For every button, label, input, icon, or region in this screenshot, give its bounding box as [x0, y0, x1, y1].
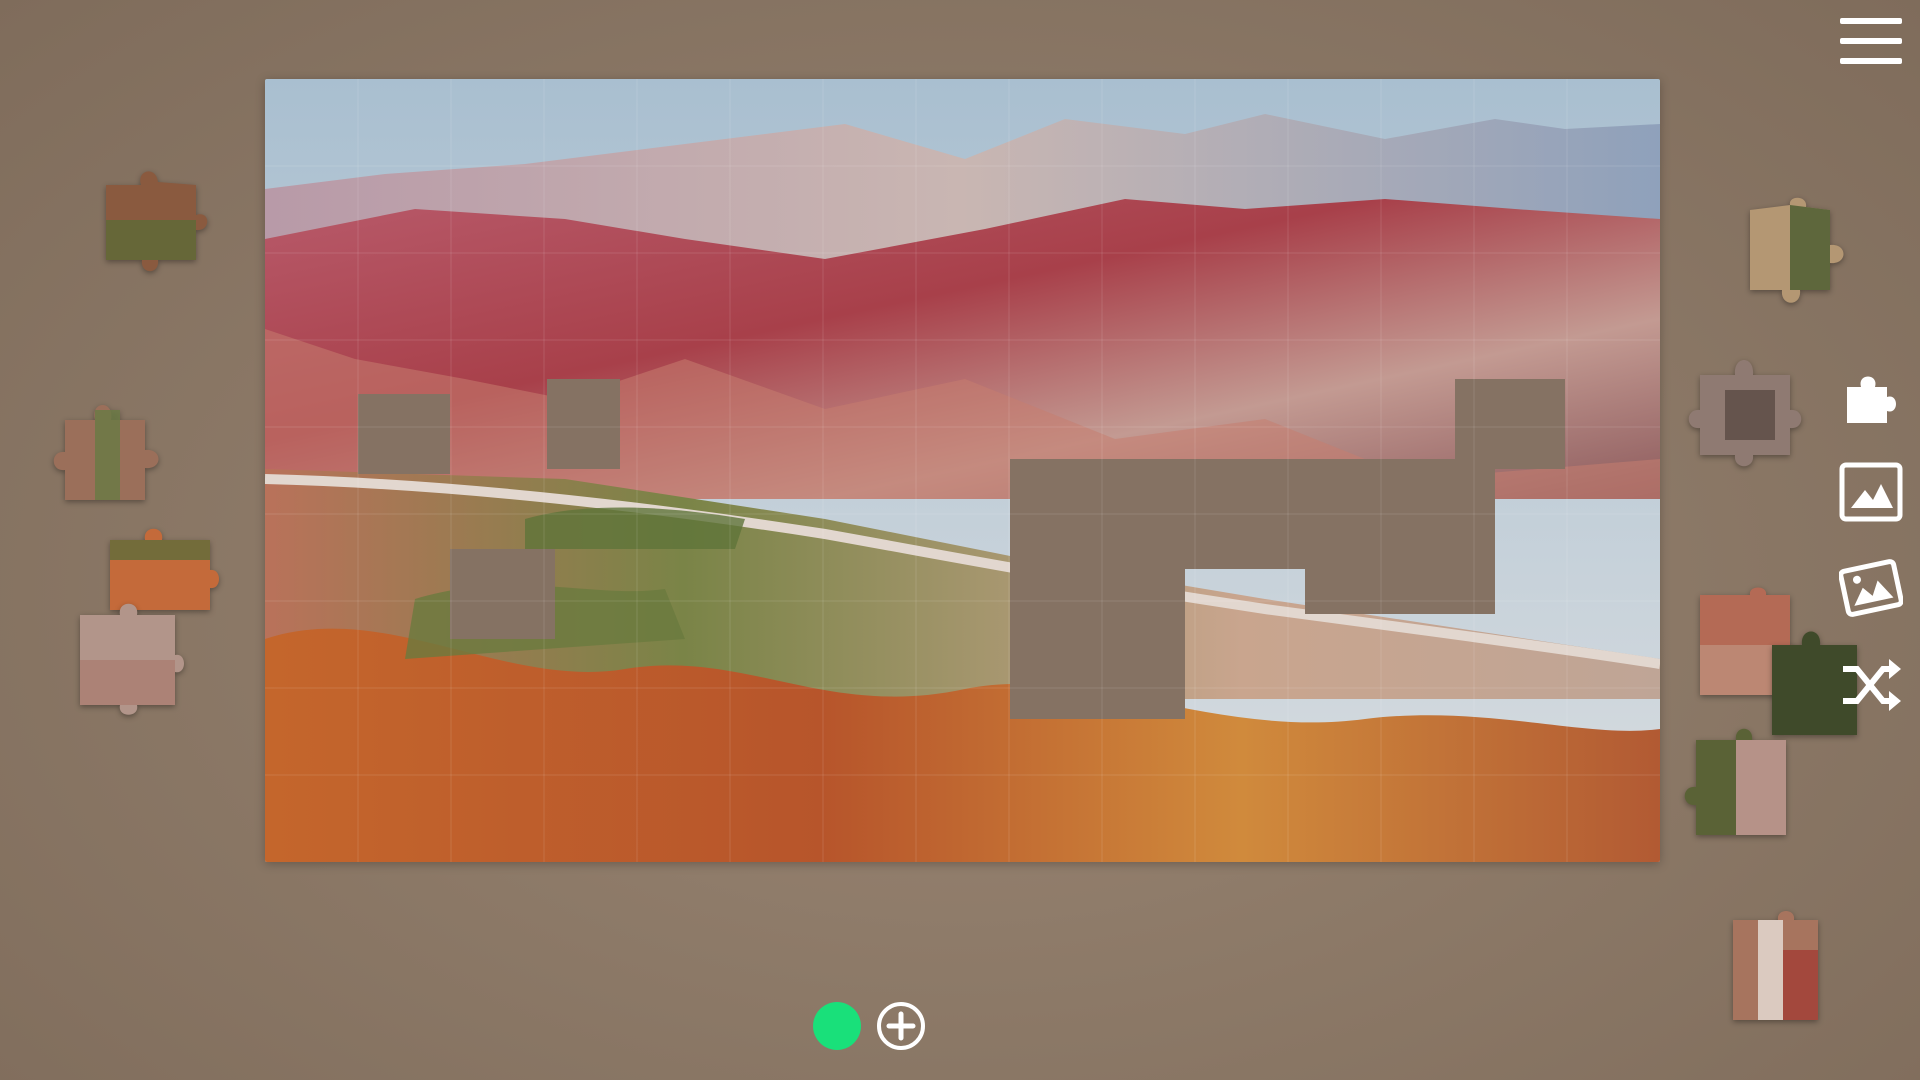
preview-image-button[interactable]	[1836, 457, 1906, 527]
background-image-icon	[1839, 559, 1903, 617]
puzzle-piece-shape	[53, 405, 159, 500]
loose-piece[interactable]	[65, 600, 185, 720]
menu-button[interactable]	[1836, 16, 1906, 76]
loose-piece[interactable]	[1676, 725, 1796, 845]
background-button[interactable]	[1836, 553, 1906, 623]
puzzle-piece-icon	[1847, 376, 1896, 423]
puzzle-piece-shape	[1688, 360, 1802, 467]
image-preview-icon	[1839, 462, 1903, 522]
puzzle-piece-shape	[1684, 728, 1786, 835]
puzzle-board[interactable]	[265, 79, 1660, 862]
loose-piece[interactable]	[45, 390, 165, 510]
shuffle-icon	[1843, 659, 1901, 711]
loose-piece[interactable]	[1685, 350, 1805, 470]
loose-piece[interactable]	[1718, 910, 1838, 1030]
hamburger-line	[1840, 38, 1902, 44]
hamburger-line	[1840, 58, 1902, 64]
puzzle-piece-shape	[1750, 197, 1844, 303]
plus-circle-icon	[877, 1002, 925, 1050]
puzzle-image	[265, 79, 1660, 862]
shuffle-button[interactable]	[1836, 650, 1906, 720]
loose-piece[interactable]	[1730, 195, 1850, 315]
puzzle-piece-shape	[80, 603, 184, 715]
puzzle-piece-shape	[1733, 911, 1818, 1020]
add-player-button[interactable]	[875, 1000, 927, 1052]
hamburger-menu-icon	[1840, 18, 1902, 24]
loose-piece[interactable]	[96, 160, 216, 280]
player-indicator	[813, 1002, 861, 1050]
puzzle-piece-shape	[106, 171, 208, 272]
pieces-tray-button[interactable]	[1836, 360, 1906, 430]
